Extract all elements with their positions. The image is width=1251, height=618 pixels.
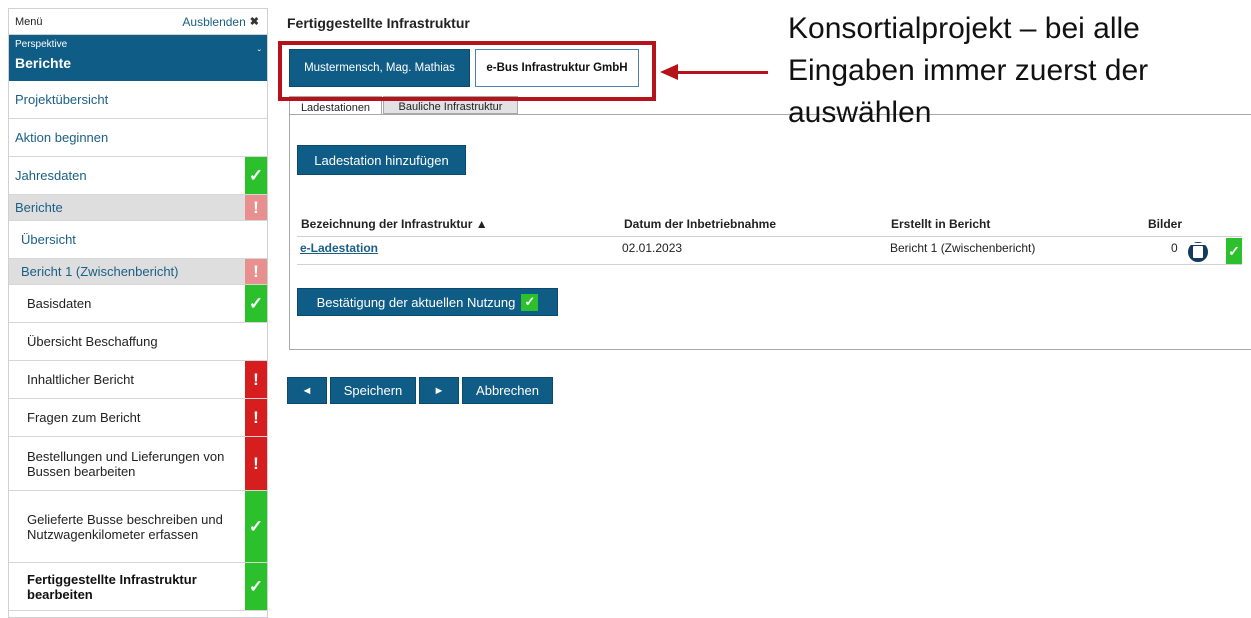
column-header-name[interactable]: Bezeichnung der Infrastruktur ▲	[301, 217, 488, 231]
sidebar-item-label: Übersicht	[21, 232, 76, 247]
sidebar-item-label: Gelieferte Busse beschreiben und Nutzwag…	[27, 511, 223, 542]
confirm-label: Bestätigung der aktuellen Nutzung	[316, 294, 516, 310]
annotation-line: Eingaben immer zuerst der	[788, 54, 1149, 87]
status-error-icon: !	[245, 437, 267, 490]
status-ok-icon: ✓	[245, 563, 267, 610]
add-charging-station-button[interactable]: Ladestation hinzufügen	[297, 145, 466, 175]
annotation-line: Konsortialprojekt – bei alle	[788, 12, 1140, 45]
column-header-report[interactable]: Erstellt in Bericht	[891, 217, 990, 231]
sidebar-item-berichte[interactable]: Berichte !	[9, 195, 267, 221]
close-icon: ✖	[249, 16, 259, 28]
sidebar-item-basisdaten[interactable]: Basisdaten ✓	[9, 285, 267, 323]
previous-button[interactable]: ◄	[287, 377, 327, 404]
column-header-images[interactable]: Bilder	[1148, 217, 1182, 231]
image-count: 0	[1171, 241, 1178, 255]
sidebar-item-aktion-beginnen[interactable]: Aktion beginnen	[9, 119, 267, 157]
infrastructure-link[interactable]: e-Ladestation	[300, 241, 378, 255]
table-divider	[297, 264, 1242, 265]
status-error-icon: !	[245, 195, 267, 220]
cancel-button[interactable]: Abbrechen	[462, 377, 553, 404]
chevron-down-icon: ˇ	[257, 49, 261, 60]
checkmark-icon: ✓	[521, 293, 539, 311]
status-error-icon: !	[245, 259, 267, 284]
sidebar-item-projektuebersicht[interactable]: Projektübersicht	[9, 81, 267, 119]
hide-menu-label: Ausblenden	[182, 14, 246, 29]
status-ok-icon: ✓	[245, 157, 267, 194]
sidebar-item-bestellungen-lieferungen[interactable]: Bestellungen und Lieferungen von Bussen …	[9, 437, 267, 491]
sidebar-item-label: Berichte	[15, 200, 63, 215]
status-ok-icon: ✓	[245, 285, 267, 322]
menu-label: Menü	[15, 15, 43, 28]
sidebar-item-label: Jahresdaten	[15, 168, 87, 183]
annotation-line: auswählen	[788, 96, 932, 129]
sidebar-item-label: Bestellungen und Lieferungen von Bussen …	[27, 448, 225, 479]
status-ok-icon: ✓	[1226, 238, 1242, 264]
sidebar-item-label: Fragen zum Bericht	[27, 410, 141, 425]
page-title: Fertiggestellte Infrastruktur	[287, 15, 470, 31]
sidebar-item-jahresdaten[interactable]: Jahresdaten ✓	[9, 157, 267, 195]
annotation-arrow-line	[676, 71, 768, 74]
column-header-date[interactable]: Datum der Inbetriebnahme	[624, 217, 776, 231]
sidebar-item-label: Bericht 1 (Zwischenbericht)	[21, 264, 179, 279]
sidebar-item-fragen-zum-bericht[interactable]: Fragen zum Bericht !	[9, 399, 267, 437]
perspective-select[interactable]: Perspektive Berichte ˇ	[9, 35, 267, 81]
table-divider	[297, 236, 1242, 237]
sidebar-item-uebersicht-beschaffung[interactable]: Übersicht Beschaffung	[9, 323, 267, 361]
save-button[interactable]: Speichern	[330, 377, 416, 404]
sidebar-item-label: Projektübersicht	[15, 92, 109, 107]
sidebar-item-label: Aktion beginnen	[15, 130, 109, 145]
sidebar-menu: Menü Ausblenden ✖ Perspektive Berichte ˇ…	[8, 8, 268, 618]
sidebar-item-label: Übersicht Beschaffung	[27, 334, 158, 349]
sidebar-item-label: Basisdaten	[27, 296, 92, 311]
status-ok-icon: ✓	[245, 491, 267, 562]
status-error-icon: !	[245, 399, 267, 436]
sidebar-item-bericht-1[interactable]: Bericht 1 (Zwischenbericht) !	[9, 259, 267, 285]
sidebar-item-gelieferte-busse[interactable]: Gelieferte Busse beschreiben und Nutzwag…	[9, 491, 267, 563]
hide-menu-button[interactable]: Ausblenden ✖	[182, 15, 259, 29]
sidebar-item-label: Fertiggestellte Infrastruktur bearbeiten	[27, 571, 197, 602]
confirm-current-usage-button[interactable]: Bestätigung der aktuellen Nutzung ✓	[297, 288, 558, 316]
sidebar-item-fertiggestellte-infrastruktur[interactable]: Fertiggestellte Infrastruktur bearbeiten…	[9, 563, 267, 611]
delete-icon[interactable]	[1188, 242, 1208, 262]
next-button[interactable]: ►	[419, 377, 459, 404]
perspective-caption: Perspektive	[15, 39, 68, 50]
sidebar-header: Menü Ausblenden ✖	[9, 9, 267, 35]
commissioning-date: 02.01.2023	[622, 241, 683, 255]
annotation-highlight-box	[278, 41, 656, 101]
status-error-icon: !	[245, 361, 267, 398]
annotation-callout: Konsortialprojekt – bei alle Eingaben im…	[788, 8, 1251, 134]
perspective-value: Berichte	[15, 55, 72, 71]
sidebar-item-label: Inhaltlicher Bericht	[27, 372, 134, 387]
sidebar-item-uebersicht[interactable]: Übersicht	[9, 221, 267, 259]
created-in-report: Bericht 1 (Zwischenbericht)	[890, 241, 1036, 255]
sidebar-item-inhaltlicher-bericht[interactable]: Inhaltlicher Bericht !	[9, 361, 267, 399]
